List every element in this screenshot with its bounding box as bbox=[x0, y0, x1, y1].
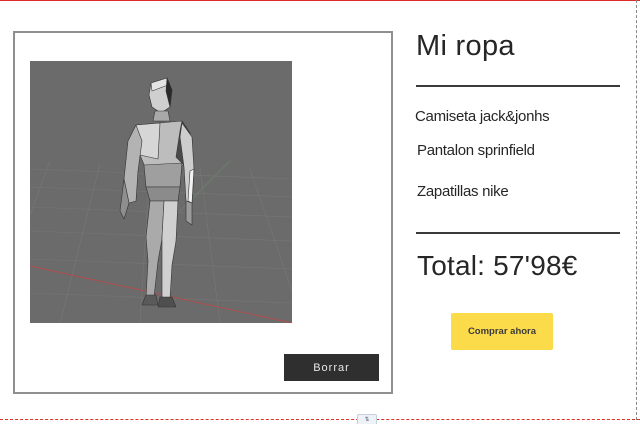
delete-button[interactable]: Borrar bbox=[284, 354, 379, 381]
model-viewport[interactable] bbox=[30, 61, 292, 323]
human-model-image bbox=[30, 61, 292, 323]
items-divider bbox=[416, 232, 620, 234]
buy-now-button[interactable]: Comprar ahora bbox=[451, 313, 553, 350]
editor-guide-right bbox=[636, 0, 637, 420]
title-divider bbox=[416, 85, 620, 87]
editor-guide-bottom bbox=[0, 419, 640, 420]
model-viewer-panel: Borrar bbox=[13, 31, 393, 394]
cart-total: Total: 57'98€ bbox=[417, 250, 578, 281]
cart-item: Camiseta jack&jonhs bbox=[415, 108, 550, 125]
editor-guide-top bbox=[0, 0, 640, 1]
cart-item: Zapatillas nike bbox=[417, 183, 509, 200]
cart-item: Pantalon sprinfield bbox=[417, 142, 535, 159]
page-title: Mi ropa bbox=[416, 30, 515, 62]
